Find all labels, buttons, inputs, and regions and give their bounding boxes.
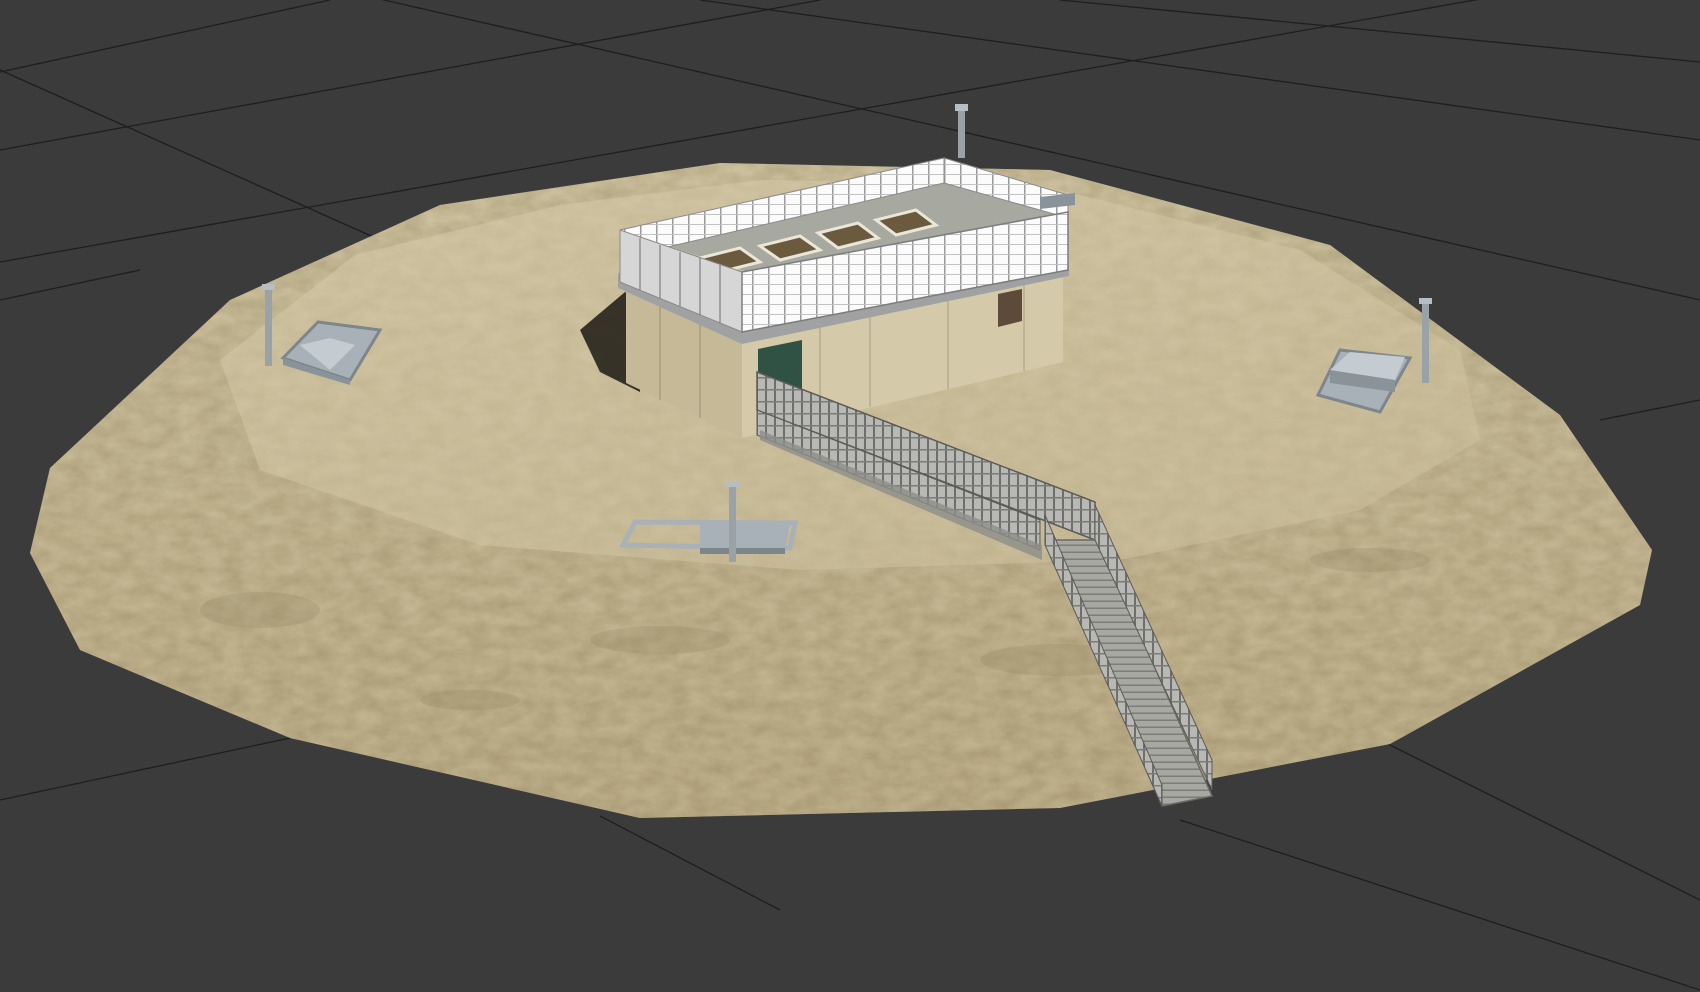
vent-pipe [265, 288, 272, 366]
3d-viewport[interactable] [0, 0, 1700, 992]
vent-pipe [1422, 303, 1429, 383]
roof-vent-pipe [958, 110, 965, 158]
scene-render[interactable] [0, 0, 1700, 992]
wall-vent [998, 289, 1022, 327]
vent-pipe [729, 486, 736, 562]
